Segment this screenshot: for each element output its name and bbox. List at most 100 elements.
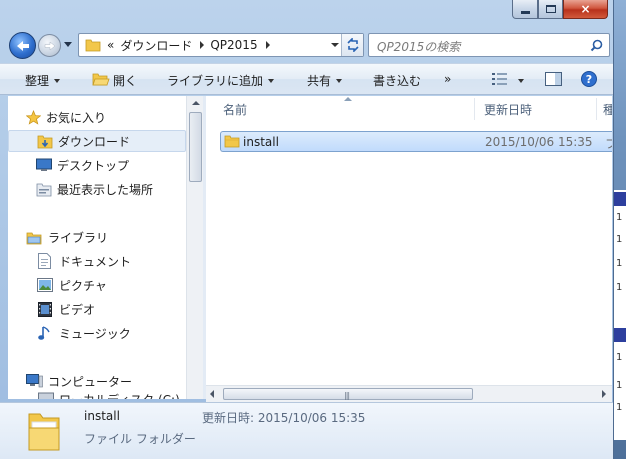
column-name-label: 名前 bbox=[223, 102, 248, 117]
preview-pane-icon[interactable] bbox=[545, 72, 562, 86]
folder-icon-large bbox=[28, 413, 60, 451]
forward-button[interactable] bbox=[38, 34, 61, 57]
nav-item-documents[interactable]: ドキュメント bbox=[8, 250, 188, 272]
horizontal-scrollbar[interactable]: ||| bbox=[206, 385, 612, 402]
maximize-button[interactable] bbox=[538, 0, 563, 19]
refresh-icon bbox=[346, 38, 359, 52]
help-icon[interactable]: ? bbox=[581, 71, 597, 87]
arrow-left-icon bbox=[16, 40, 29, 51]
scroll-left-icon[interactable] bbox=[210, 390, 214, 398]
nav-item-recent[interactable]: 最近表示した場所 bbox=[8, 178, 188, 200]
share-button[interactable]: 共有 bbox=[307, 72, 343, 89]
libraries-icon bbox=[26, 232, 42, 244]
star-icon bbox=[26, 109, 41, 125]
scroll-right-icon[interactable] bbox=[602, 390, 606, 398]
file-list-pane: 名前 更新日時 種 install 2015/10/06 15:35 フ bbox=[206, 96, 612, 399]
close-button[interactable]: × bbox=[563, 0, 608, 19]
refresh-button[interactable] bbox=[341, 34, 363, 56]
column-type-label: 種 bbox=[603, 102, 612, 117]
hard-drive-icon bbox=[38, 392, 54, 399]
open-button[interactable]: 開く bbox=[113, 72, 137, 89]
computer-icon bbox=[26, 373, 43, 387]
nav-libraries-header[interactable]: ライブラリ bbox=[8, 226, 188, 248]
nav-documents-label: ドキュメント bbox=[59, 254, 132, 269]
scroll-up-icon[interactable] bbox=[192, 101, 200, 105]
chevron-down-icon bbox=[268, 79, 275, 83]
horizontal-scroll-thumb[interactable]: ||| bbox=[223, 388, 473, 400]
navigation-scrollbar[interactable] bbox=[186, 96, 203, 399]
caption-buttons: × bbox=[512, 0, 610, 20]
videos-icon bbox=[38, 301, 52, 317]
burn-label: 書き込む bbox=[373, 74, 422, 88]
view-dropdown-icon[interactable] bbox=[518, 79, 524, 83]
file-type: フ bbox=[605, 137, 612, 151]
column-separator[interactable] bbox=[474, 98, 475, 120]
search-placeholder: QP2015の検索 bbox=[377, 40, 461, 54]
column-header-name[interactable]: 名前 bbox=[223, 96, 247, 122]
nav-item-desktop[interactable]: デスクトップ bbox=[8, 154, 188, 176]
nav-videos-label: ビデオ bbox=[59, 302, 96, 317]
file-name: install bbox=[243, 135, 279, 149]
navigation-scroll-thumb[interactable] bbox=[189, 112, 202, 182]
folder-icon bbox=[224, 135, 240, 148]
add-to-library-button[interactable]: ライブラリに追加 bbox=[167, 72, 275, 89]
minimize-button[interactable] bbox=[512, 0, 538, 19]
grip-icon: ||| bbox=[344, 391, 350, 400]
details-modified: 更新日時: 2015/10/06 15:35 bbox=[202, 409, 365, 426]
pictures-icon bbox=[37, 278, 53, 292]
breadcrumb-qp2015[interactable]: QP2015 bbox=[210, 38, 257, 52]
recent-pages-dropdown[interactable] bbox=[64, 42, 72, 47]
music-icon bbox=[38, 326, 50, 340]
nav-item-downloads[interactable]: ダウンロード bbox=[8, 130, 186, 152]
file-modified: 2015/10/06 15:35 bbox=[485, 135, 593, 149]
organize-label: 整理 bbox=[25, 74, 50, 88]
nav-music-label: ミュージック bbox=[59, 326, 131, 341]
nav-item-pictures[interactable]: ピクチャ bbox=[8, 274, 188, 296]
nav-favorites-header[interactable]: お気に入り bbox=[8, 106, 188, 128]
column-header-type[interactable]: 種 bbox=[603, 96, 612, 122]
minimize-icon bbox=[520, 10, 530, 14]
close-icon: × bbox=[580, 2, 591, 16]
documents-icon bbox=[38, 253, 51, 269]
downloads-folder-icon bbox=[37, 135, 53, 148]
burn-button[interactable]: 書き込む bbox=[373, 72, 421, 89]
more-commands-button[interactable]: » bbox=[444, 72, 451, 86]
details-modified-label: 更新日時: bbox=[202, 411, 255, 425]
file-row-install[interactable]: install 2015/10/06 15:35 フ bbox=[220, 131, 612, 152]
column-header-modified[interactable]: 更新日時 bbox=[484, 96, 532, 122]
details-modified-value: 2015/10/06 15:35 bbox=[257, 411, 366, 425]
explorer-window: × « ダウンロード QP2015 QP2015の検索 整理 開く ライブラリに… bbox=[0, 0, 614, 459]
nav-item-local-disk[interactable]: ローカルディスク (C:) bbox=[8, 390, 188, 399]
breadcrumb-chevron-icon[interactable] bbox=[265, 41, 270, 49]
address-history-dropdown[interactable] bbox=[331, 43, 339, 47]
maximize-icon bbox=[545, 5, 556, 13]
breadcrumb-overflow[interactable]: « bbox=[107, 38, 114, 52]
nav-libraries-label: ライブラリ bbox=[48, 230, 109, 245]
view-options-icon[interactable] bbox=[492, 73, 508, 85]
navigation-pane: お気に入り ダウンロード デスクトップ 最近表示した場所 ライブラリ ドキュメン… bbox=[8, 96, 202, 399]
nav-favorites-label: お気に入り bbox=[46, 110, 107, 125]
details-name: install bbox=[84, 409, 120, 423]
breadcrumb-chevron-icon[interactable] bbox=[200, 41, 205, 49]
back-button[interactable] bbox=[9, 32, 36, 59]
nav-computer-header[interactable]: コンピューター bbox=[8, 370, 188, 392]
background-window-edge: 1 1 1 1 1 1 1 bbox=[612, 190, 626, 440]
column-separator[interactable] bbox=[596, 98, 597, 120]
search-box[interactable]: QP2015の検索 bbox=[368, 33, 610, 57]
organize-button[interactable]: 整理 bbox=[25, 72, 61, 89]
more-label: » bbox=[444, 72, 452, 86]
svg-text:?: ? bbox=[586, 73, 592, 86]
nav-recent-label: 最近表示した場所 bbox=[57, 182, 154, 197]
nav-item-videos[interactable]: ビデオ bbox=[8, 298, 188, 320]
details-type: ファイル フォルダー bbox=[84, 432, 196, 446]
nav-pictures-label: ピクチャ bbox=[59, 278, 107, 293]
address-bar[interactable]: « ダウンロード QP2015 bbox=[78, 33, 364, 57]
command-bar: 整理 開く ライブラリに追加 共有 書き込む » ? bbox=[0, 63, 613, 95]
nav-item-music[interactable]: ミュージック bbox=[8, 322, 188, 344]
open-folder-icon bbox=[92, 73, 110, 86]
search-icon[interactable] bbox=[590, 39, 603, 52]
open-label: 開く bbox=[113, 74, 138, 88]
chevron-down-icon bbox=[54, 79, 61, 83]
nav-desktop-label: デスクトップ bbox=[57, 158, 130, 173]
breadcrumb-downloads[interactable]: ダウンロード bbox=[120, 37, 192, 54]
